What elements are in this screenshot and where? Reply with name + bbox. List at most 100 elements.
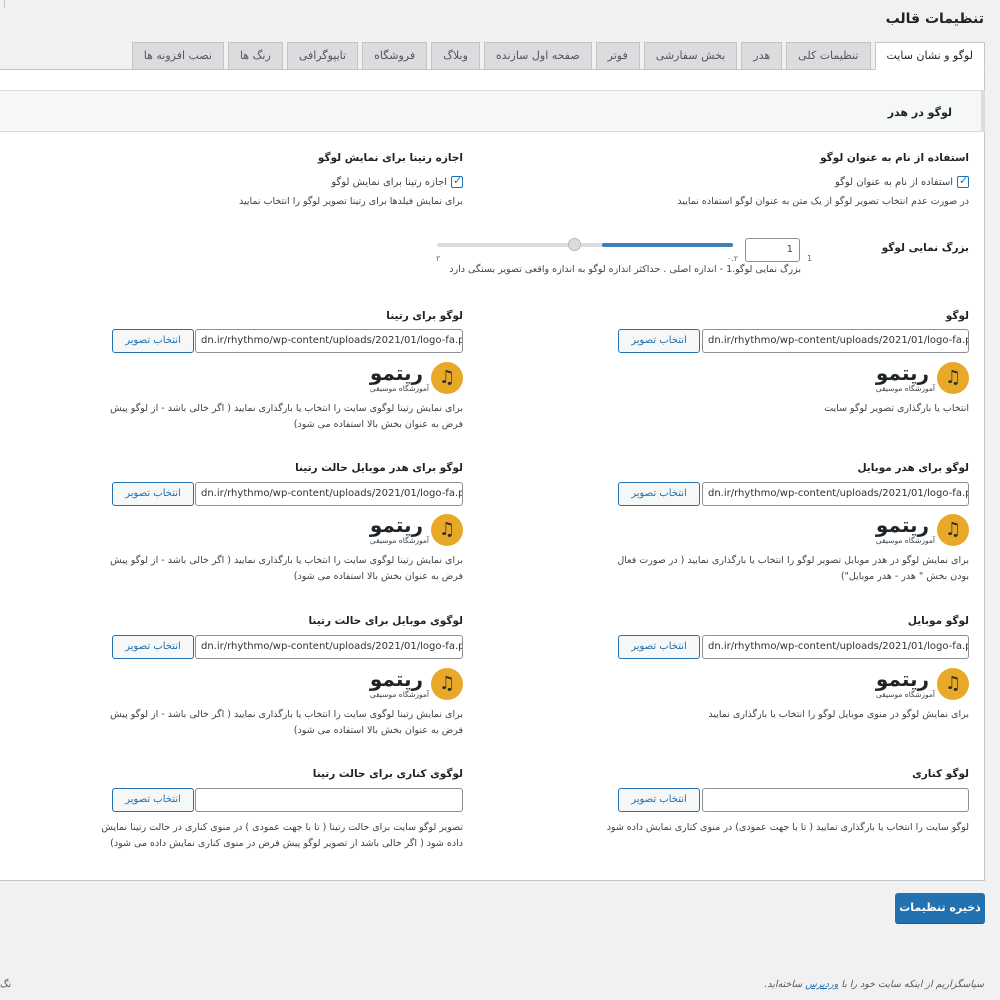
side-logo-description: لوگو سایت را انتخاب یا بارگذاری نمایید (…: [606, 822, 969, 833]
logo-description: انتخاب یا بارگذاری تصویر لوگو سایت: [824, 403, 969, 414]
mobile-header-logo-retina-description: برای نمایش رتینا لوگوی سایت را انتخاب یا…: [110, 555, 463, 582]
mobile-logo-retina-url-input[interactable]: dn.ir/rhythmo/wp-content/uploads/2021/01…: [195, 635, 463, 659]
side-logo-select-button[interactable]: انتخاب تصویر: [618, 788, 700, 812]
footer-version-fragment: نگ: [0, 979, 12, 990]
retina-checkbox[interactable]: [451, 174, 463, 188]
guitar-icon: ♫: [431, 514, 463, 546]
tab-install-plugins[interactable]: نصب افزونه ها: [131, 42, 224, 70]
tab-header[interactable]: هدر: [741, 42, 783, 70]
mobile-header-logo-retina-preview: ♫ ریتمو آموزشگاه موسیقی: [370, 514, 463, 546]
tab-colors[interactable]: رنگ ها: [227, 42, 283, 70]
logo-retina-description: برای نمایش رتینا لوگوی سایت را انتخاب یا…: [110, 403, 463, 430]
logo-retina-select-button[interactable]: انتخاب تصویر: [112, 329, 194, 353]
mobile-header-logo-retina-select-button[interactable]: انتخاب تصویر: [112, 482, 194, 506]
logo-preview: ♫ ریتمو آموزشگاه موسیقی: [876, 362, 969, 394]
use-name-checkbox[interactable]: [957, 174, 969, 188]
side-logo-retina-select-button[interactable]: انتخاب تصویر: [112, 788, 194, 812]
side-logo-title: لوگو کناری: [912, 768, 969, 780]
logo-scale-description: بزرگ نمایی لوگو.1 - اندازه اصلی . حداکثر…: [449, 264, 801, 275]
logo-url-input[interactable]: dn.ir/rhythmo/wp-content/uploads/2021/01…: [702, 329, 969, 353]
wordpress-link[interactable]: وردپرس: [805, 979, 838, 990]
mobile-logo-url-input[interactable]: dn.ir/rhythmo/wp-content/uploads/2021/01…: [702, 635, 969, 659]
mobile-header-logo-retina-title: لوگو برای هدر موبایل حالت رتینا: [295, 462, 463, 474]
section-header-bar: [981, 91, 985, 131]
tab-builder-homepage[interactable]: صفحه اول سازنده: [483, 42, 592, 70]
retina-description: برای نمایش فیلدها برای رتینا تصویر لوگو …: [239, 196, 463, 207]
brand-tagline: آموزشگاه موسیقی: [875, 384, 935, 394]
side-logo-url-input[interactable]: [702, 788, 969, 812]
slider-tick-one: 1: [807, 254, 813, 263]
mobile-logo-retina-title: لوگوی موبایل برای حالت رتینا: [308, 615, 463, 627]
logo-retina-title: لوگو برای رتینا: [386, 310, 463, 322]
logo-scale-title: بزرگ نمایی لوگو: [881, 242, 969, 254]
logo-scale-input[interactable]: 1: [745, 238, 800, 262]
retina-row: اجازه رتینا برای نمایش لوگو: [331, 174, 463, 188]
mobile-header-logo-url-input[interactable]: dn.ir/rhythmo/wp-content/uploads/2021/01…: [702, 482, 969, 506]
brand-tagline: آموزشگاه موسیقی: [369, 384, 429, 394]
use-name-row: استفاده از نام به عنوان لوگو: [834, 174, 969, 188]
mobile-header-logo-select-button[interactable]: انتخاب تصویر: [618, 482, 700, 506]
tab-custom-section[interactable]: بخش سفارشی: [643, 42, 738, 70]
logo-wordmark: ریتمو آموزشگاه موسیقی: [876, 515, 935, 545]
tab-shop[interactable]: فروشگاه: [362, 42, 428, 70]
tab-logo-site-icon[interactable]: لوگو و نشان سایت: [874, 42, 985, 70]
use-name-title: استفاده از نام به عنوان لوگو: [820, 152, 969, 164]
footer-text-after: ساخته‌اید.: [764, 979, 806, 990]
use-name-description: در صورت عدم انتخاب تصویر لوگو از یک متن …: [677, 196, 969, 207]
mobile-logo-title: لوگو موبایل: [907, 615, 969, 627]
logo-wordmark: ریتمو آموزشگاه موسیقی: [876, 669, 935, 699]
brand-tagline: آموزشگاه موسیقی: [369, 536, 429, 546]
guitar-icon: ♫: [937, 362, 969, 394]
logo-scale-slider-fill: [602, 243, 733, 247]
mobile-header-logo-retina-url-input[interactable]: dn.ir/rhythmo/wp-content/uploads/2021/01…: [195, 482, 463, 506]
logo-title: لوگو: [945, 310, 969, 322]
save-settings-button[interactable]: ذخیره تنظیمات: [895, 893, 985, 923]
logo-retina-preview: ♫ ریتمو آموزشگاه موسیقی: [370, 362, 463, 394]
logo-wordmark: ریتمو آموزشگاه موسیقی: [370, 515, 429, 545]
retina-title: اجازه رتینا برای نمایش لوگو: [317, 152, 463, 164]
side-logo-retina-description: تصویر لوگو سایت برای حالت رتینا ( تا با …: [101, 822, 463, 849]
brand-name: ریتمو: [369, 667, 424, 692]
tab-blog[interactable]: وبلاگ: [431, 42, 480, 70]
brand-name: ریتمو: [875, 361, 930, 386]
tab-general-settings[interactable]: تنظیمات کلی: [786, 42, 871, 70]
mobile-logo-retina-preview: ♫ ریتمو آموزشگاه موسیقی: [370, 668, 463, 700]
brand-name: ریتمو: [369, 513, 424, 538]
brand-tagline: آموزشگاه موسیقی: [369, 690, 429, 700]
logo-scale-slider-handle[interactable]: [568, 238, 581, 251]
mobile-logo-retina-description: برای نمایش رتینا لوگوی سایت را انتخاب یا…: [110, 709, 463, 736]
brand-name: ریتمو: [369, 361, 424, 386]
page-title: تنظیمات قالب: [885, 11, 984, 27]
mobile-header-logo-description: برای نمایش لوگو در هدر موبایل تصویر لوگو…: [617, 555, 969, 582]
tab-footer[interactable]: فوتر: [595, 42, 640, 70]
section-header: [0, 90, 985, 132]
tab-typography[interactable]: تایپوگرافی: [286, 42, 359, 70]
brand-name: ریتمو: [875, 667, 930, 692]
logo-wordmark: ریتمو آموزشگاه موسیقی: [876, 363, 935, 393]
brand-tagline: آموزشگاه موسیقی: [875, 536, 935, 546]
footer-text-before: سپاسگزاریم از اینکه سایت خود را با: [838, 979, 984, 990]
guitar-icon: ♫: [431, 668, 463, 700]
slider-tick-max: ۲: [436, 254, 441, 263]
mobile-logo-description: برای نمایش لوگو در منوی موبایل لوگو را ا…: [708, 709, 969, 720]
use-name-checkbox-label: استفاده از نام به عنوان لوگو: [834, 176, 953, 188]
mobile-logo-retina-select-button[interactable]: انتخاب تصویر: [112, 635, 194, 659]
logo-wordmark: ریتمو آموزشگاه موسیقی: [370, 669, 429, 699]
logo-select-button[interactable]: انتخاب تصویر: [618, 329, 700, 353]
brand-name: ریتمو: [875, 513, 930, 538]
settings-panel: [0, 69, 985, 881]
side-logo-retina-title: لوگوی کناری برای حالت رتینا: [312, 768, 463, 780]
logo-retina-url-input[interactable]: dn.ir/rhythmo/wp-content/uploads/2021/01…: [195, 329, 463, 353]
mobile-header-logo-title: لوگو برای هدر موبایل: [857, 462, 969, 474]
tab-bar: لوگو و نشان سایت تنظیمات کلی هدر بخش سفا…: [131, 42, 985, 70]
mobile-logo-select-button[interactable]: انتخاب تصویر: [618, 635, 700, 659]
guitar-icon: ♫: [937, 514, 969, 546]
mobile-header-logo-preview: ♫ ریتمو آموزشگاه موسیقی: [876, 514, 969, 546]
admin-footer-text: سپاسگزاریم از اینکه سایت خود را با وردپر…: [764, 979, 984, 990]
retina-checkbox-label: اجازه رتینا برای نمایش لوگو: [331, 176, 447, 188]
guitar-icon: ♫: [937, 668, 969, 700]
admin-edge: [0, 0, 5, 8]
side-logo-retina-url-input[interactable]: [195, 788, 463, 812]
logo-wordmark: ریتمو آموزشگاه موسیقی: [370, 363, 429, 393]
brand-tagline: آموزشگاه موسیقی: [875, 690, 935, 700]
